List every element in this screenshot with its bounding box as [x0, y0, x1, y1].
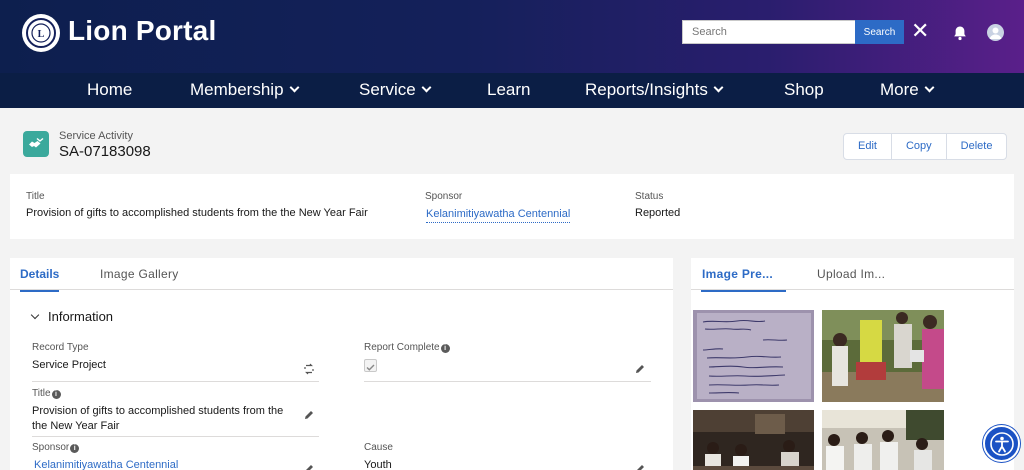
record-id: SA-07183098 [59, 143, 151, 160]
record-header: Service Activity SA-07183098 Edit Copy D… [10, 118, 1014, 168]
nav-item-reports-insights[interactable]: Reports/Insights [585, 73, 724, 108]
chevron-down-icon [924, 82, 935, 93]
field-sponsor-link[interactable]: Kelanimitiyawatha Centennial [34, 458, 178, 470]
service-activity-icon [23, 131, 49, 157]
section-information-header[interactable]: Information [30, 309, 113, 324]
field-report-complete-label: Report Complete i [364, 342, 450, 353]
lions-emblem-icon: L [31, 23, 51, 43]
tab-image-gallery[interactable]: Image Gallery [100, 267, 179, 290]
highlights-panel: Title Provision of gifts to accomplished… [10, 174, 1014, 239]
nav-item-home[interactable]: Home [87, 73, 132, 108]
highlight-sponsor-label: Sponsor [425, 191, 463, 202]
svg-text:L: L [38, 29, 45, 40]
accessibility-button[interactable] [983, 425, 1020, 462]
edit-button[interactable]: Edit [844, 134, 892, 159]
portal-title[interactable]: Lion Portal [68, 15, 216, 47]
avatar[interactable] [987, 24, 1004, 41]
image-thumbnail-document[interactable] [693, 310, 814, 402]
tab-divider [10, 289, 673, 290]
field-title-value-line1: Provision of gifts to accomplished stude… [32, 405, 284, 417]
top-header: L Lion Portal Search ✕ [0, 0, 1024, 73]
edit-pencil-icon[interactable] [303, 462, 315, 470]
accessibility-icon [989, 431, 1014, 456]
change-record-type-icon[interactable] [303, 362, 315, 375]
image-thumbnail-indoor-event[interactable] [693, 410, 814, 470]
nav-item-service[interactable]: Service [359, 73, 432, 108]
edit-pencil-icon[interactable] [634, 462, 646, 470]
bell-icon[interactable] [951, 24, 969, 42]
lions-logo-icon[interactable]: L [22, 14, 60, 52]
nav-item-more[interactable]: More [880, 73, 935, 108]
chevron-down-icon [713, 82, 724, 93]
highlight-status-label: Status [635, 191, 664, 202]
field-title-label: Title i [32, 388, 61, 399]
record-actions: Edit Copy Delete [843, 133, 1008, 160]
edit-pencil-icon[interactable] [634, 362, 646, 374]
field-divider [364, 381, 651, 382]
search-button[interactable]: Search [855, 20, 904, 44]
highlight-title-value: Provision of gifts to accomplished stude… [26, 207, 368, 219]
nav-item-membership[interactable]: Membership [190, 73, 299, 108]
search-input[interactable] [682, 20, 856, 44]
tab-divider [691, 289, 1014, 290]
tab-upload-image[interactable]: Upload Im... [817, 267, 885, 290]
report-complete-checkbox [364, 359, 377, 372]
image-thumbnail-classroom[interactable] [822, 410, 944, 470]
close-icon[interactable]: ✕ [911, 20, 929, 42]
info-icon[interactable]: i [440, 344, 450, 353]
info-icon[interactable]: i [70, 444, 80, 453]
field-title-value-line2: the New Year Fair [32, 420, 120, 432]
chevron-down-icon [421, 82, 432, 93]
details-panel: Details Image Gallery Information Record… [10, 258, 673, 470]
field-record-type-value: Service Project [32, 359, 106, 371]
field-divider [32, 436, 319, 437]
edit-pencil-icon[interactable] [303, 408, 315, 420]
copy-button[interactable]: Copy [892, 134, 947, 159]
field-cause-label: Cause [364, 442, 393, 453]
image-preview-panel: Image Pre... Upload Im... [691, 258, 1014, 470]
main-navigation: Home Membership Service Learn Reports/In… [0, 73, 1024, 108]
field-cause-value: Youth [364, 459, 392, 470]
highlight-title-label: Title [26, 191, 45, 202]
highlight-sponsor-link[interactable]: Kelanimitiyawatha Centennial [426, 208, 571, 223]
chevron-down-icon [30, 310, 40, 320]
field-divider [32, 381, 319, 382]
nav-item-shop[interactable]: Shop [784, 73, 824, 108]
field-sponsor-label: Sponsor i [32, 442, 80, 453]
lions-logo-emblem: L [26, 18, 56, 48]
chevron-down-icon [289, 82, 299, 93]
field-record-type-label: Record Type [32, 342, 89, 353]
nav-item-learn[interactable]: Learn [487, 73, 530, 108]
record-object-type: Service Activity [59, 130, 133, 142]
user-avatar-icon [989, 27, 1002, 39]
highlight-status-value: Reported [635, 207, 681, 219]
image-thumbnail-students-outdoor[interactable] [822, 310, 944, 402]
delete-button[interactable]: Delete [947, 134, 1007, 159]
info-icon[interactable]: i [51, 390, 61, 399]
